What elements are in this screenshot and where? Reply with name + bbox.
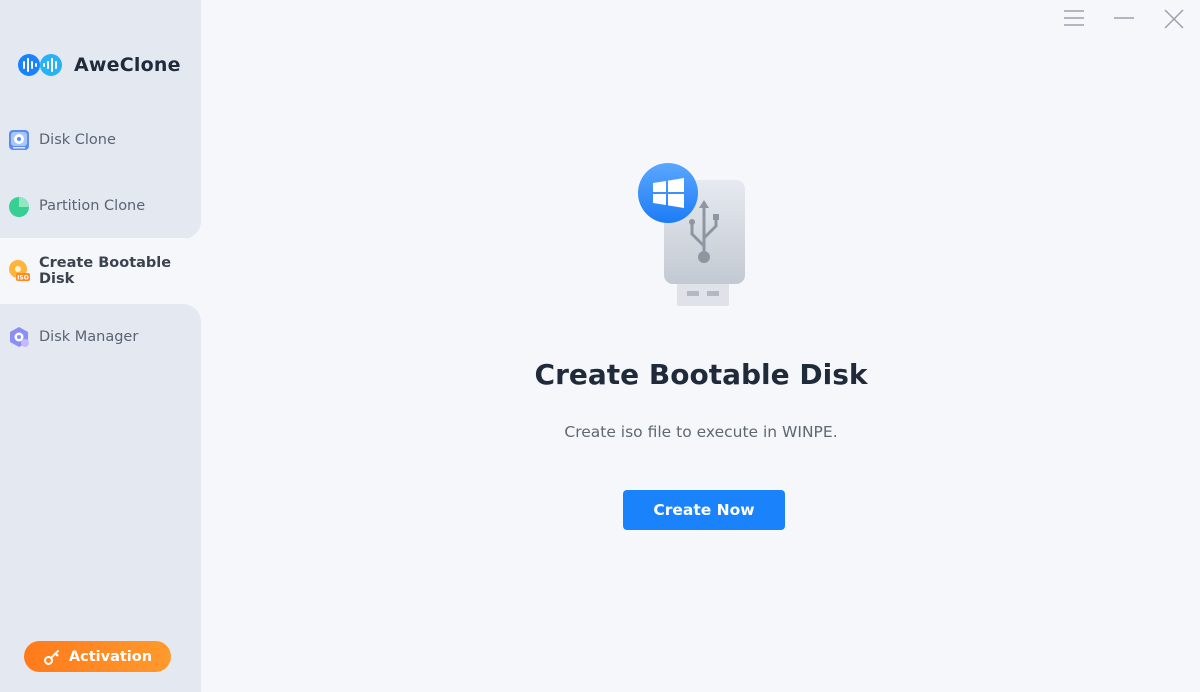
page-title: Create Bootable Disk — [534, 358, 868, 391]
sidebar-item-label: Create Bootable Disk — [39, 255, 172, 287]
brand: AweClone — [16, 52, 181, 78]
usb-windows-icon — [638, 163, 745, 306]
minimize-button[interactable] — [1113, 8, 1135, 30]
minimize-icon — [1114, 17, 1134, 19]
app-name: AweClone — [74, 54, 181, 76]
close-icon — [1164, 9, 1184, 29]
app-window: AweClone Disk Clone Partition Clone ISO … — [0, 0, 1200, 692]
disk-clone-icon — [9, 130, 29, 150]
iso-disc-icon: ISO — [9, 260, 30, 282]
menu-icon — [1064, 10, 1084, 26]
sidebar-item-label: Disk Clone — [39, 132, 116, 148]
sidebar-item-label: Partition Clone — [39, 198, 146, 214]
sidebar: AweClone Disk Clone Partition Clone ISO … — [0, 0, 201, 692]
sidebar-item-label: Disk Manager — [39, 329, 139, 345]
pie-chart-icon — [9, 197, 29, 217]
activation-button[interactable]: Activation — [24, 641, 171, 672]
page-subtitle: Create iso file to execute in WINPE. — [564, 423, 838, 441]
sidebar-item-partition-clone[interactable]: Partition Clone — [0, 173, 201, 239]
main-panel: Create Bootable Disk Create iso file to … — [201, 0, 1200, 692]
sidebar-item-disk-manager[interactable]: Disk Manager — [0, 304, 201, 370]
create-now-button[interactable]: Create Now — [623, 490, 785, 530]
disk-manager-icon — [10, 327, 29, 347]
activation-label: Activation — [68, 648, 153, 665]
sidebar-item-create-bootable-disk[interactable]: ISO Create Bootable Disk — [0, 238, 201, 304]
close-button[interactable] — [1163, 8, 1185, 30]
sidebar-item-disk-clone[interactable]: Disk Clone — [0, 107, 201, 173]
svg-text:ISO: ISO — [17, 275, 29, 282]
aweclone-logo-icon — [18, 54, 62, 76]
menu-button[interactable] — [1063, 8, 1085, 30]
key-icon — [43, 649, 59, 665]
